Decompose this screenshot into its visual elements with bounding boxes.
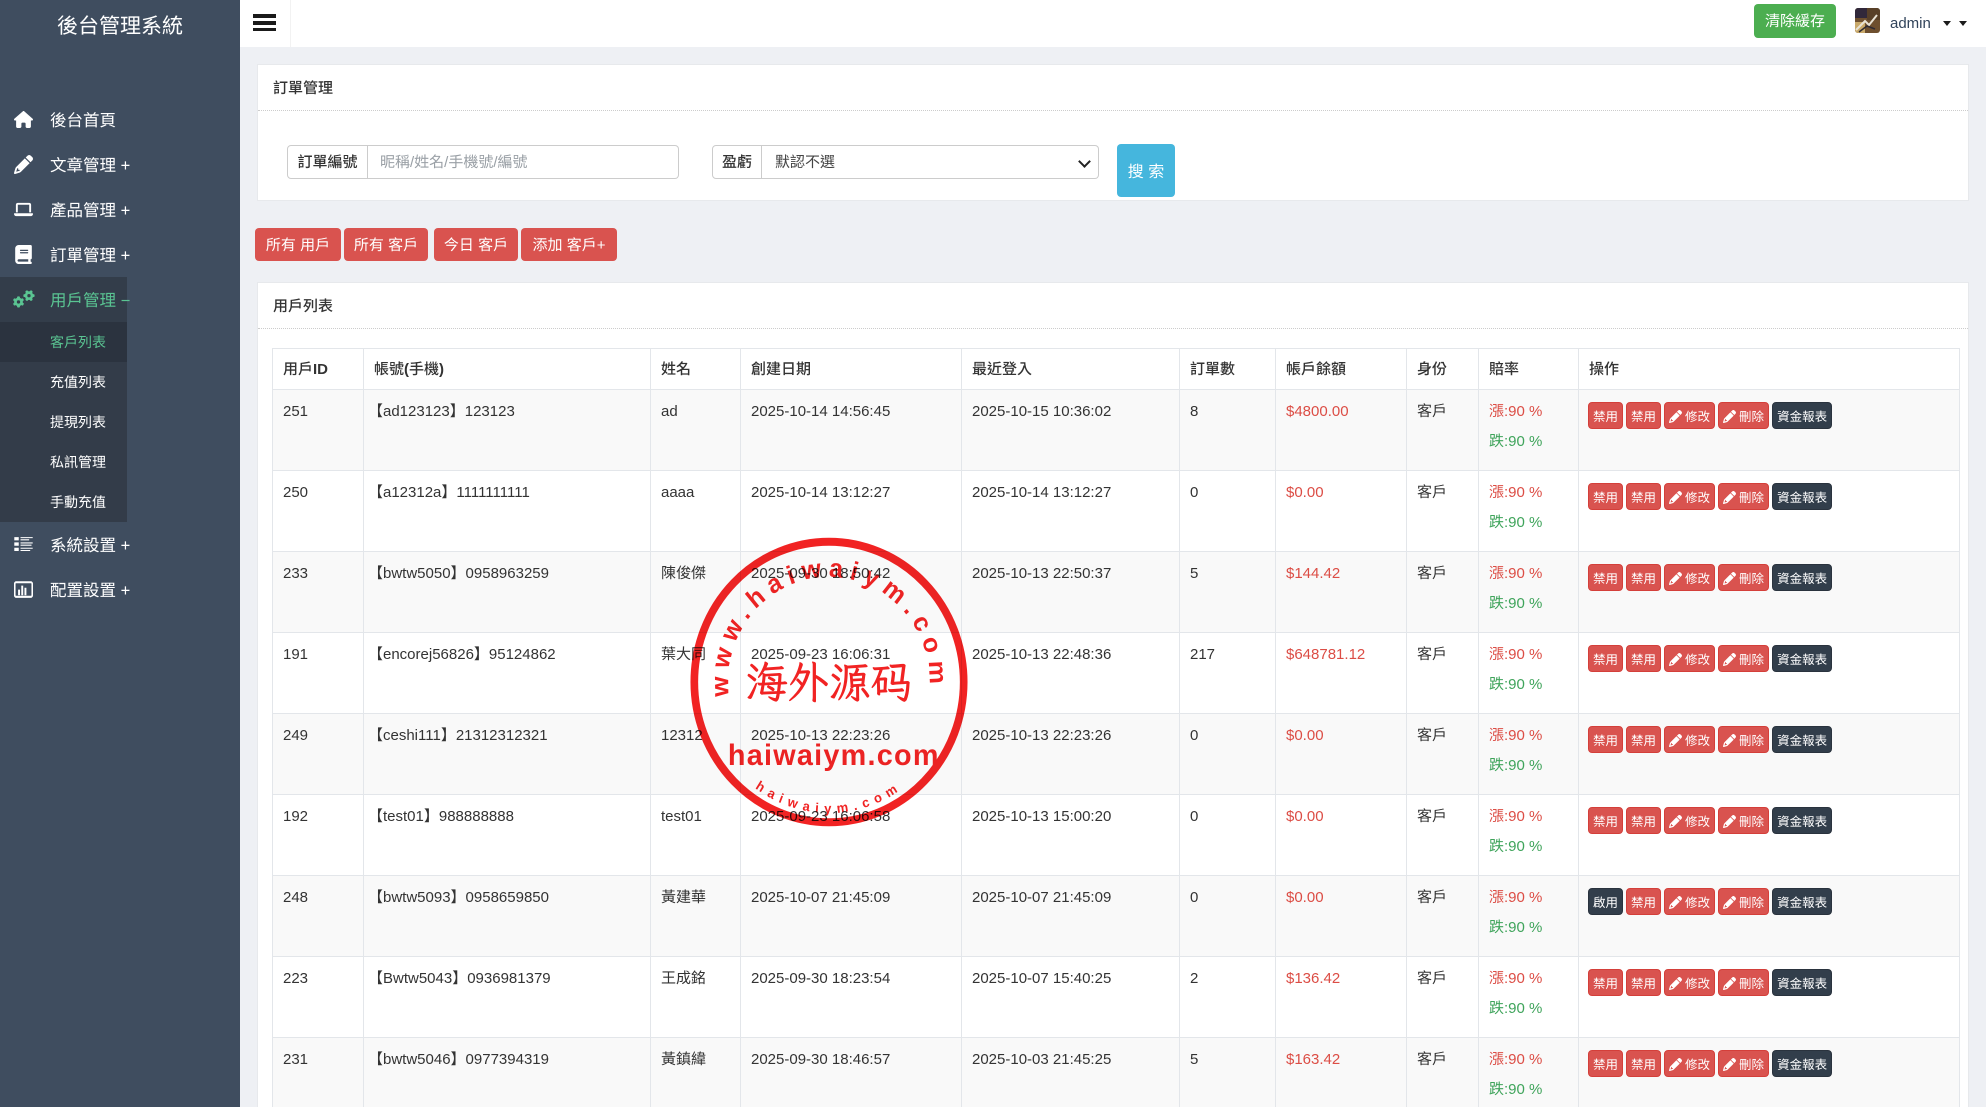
svg-text:海外源码: 海外源码 xyxy=(746,654,913,711)
svg-text:haiwaiym.com: haiwaiym.com xyxy=(728,738,940,772)
